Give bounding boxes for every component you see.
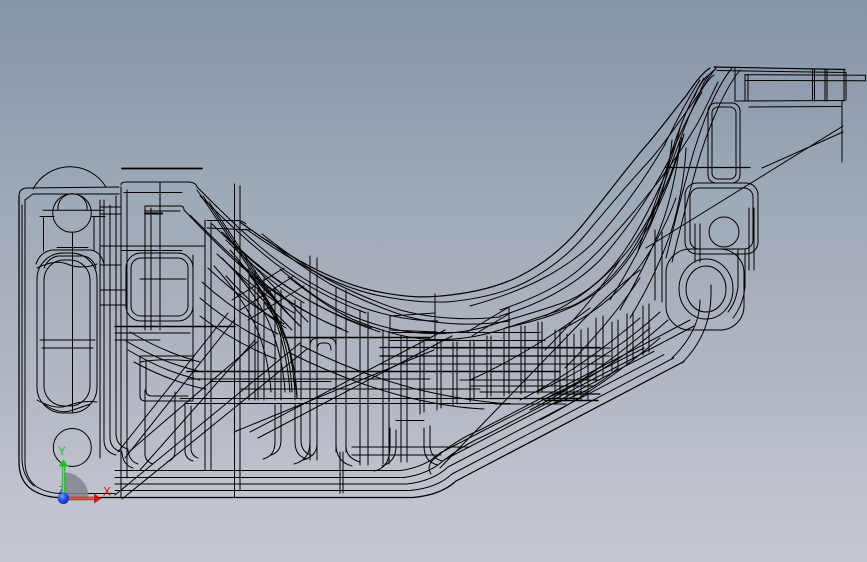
svg-text:Y: Y [58,444,66,458]
svg-text:X: X [103,485,111,499]
